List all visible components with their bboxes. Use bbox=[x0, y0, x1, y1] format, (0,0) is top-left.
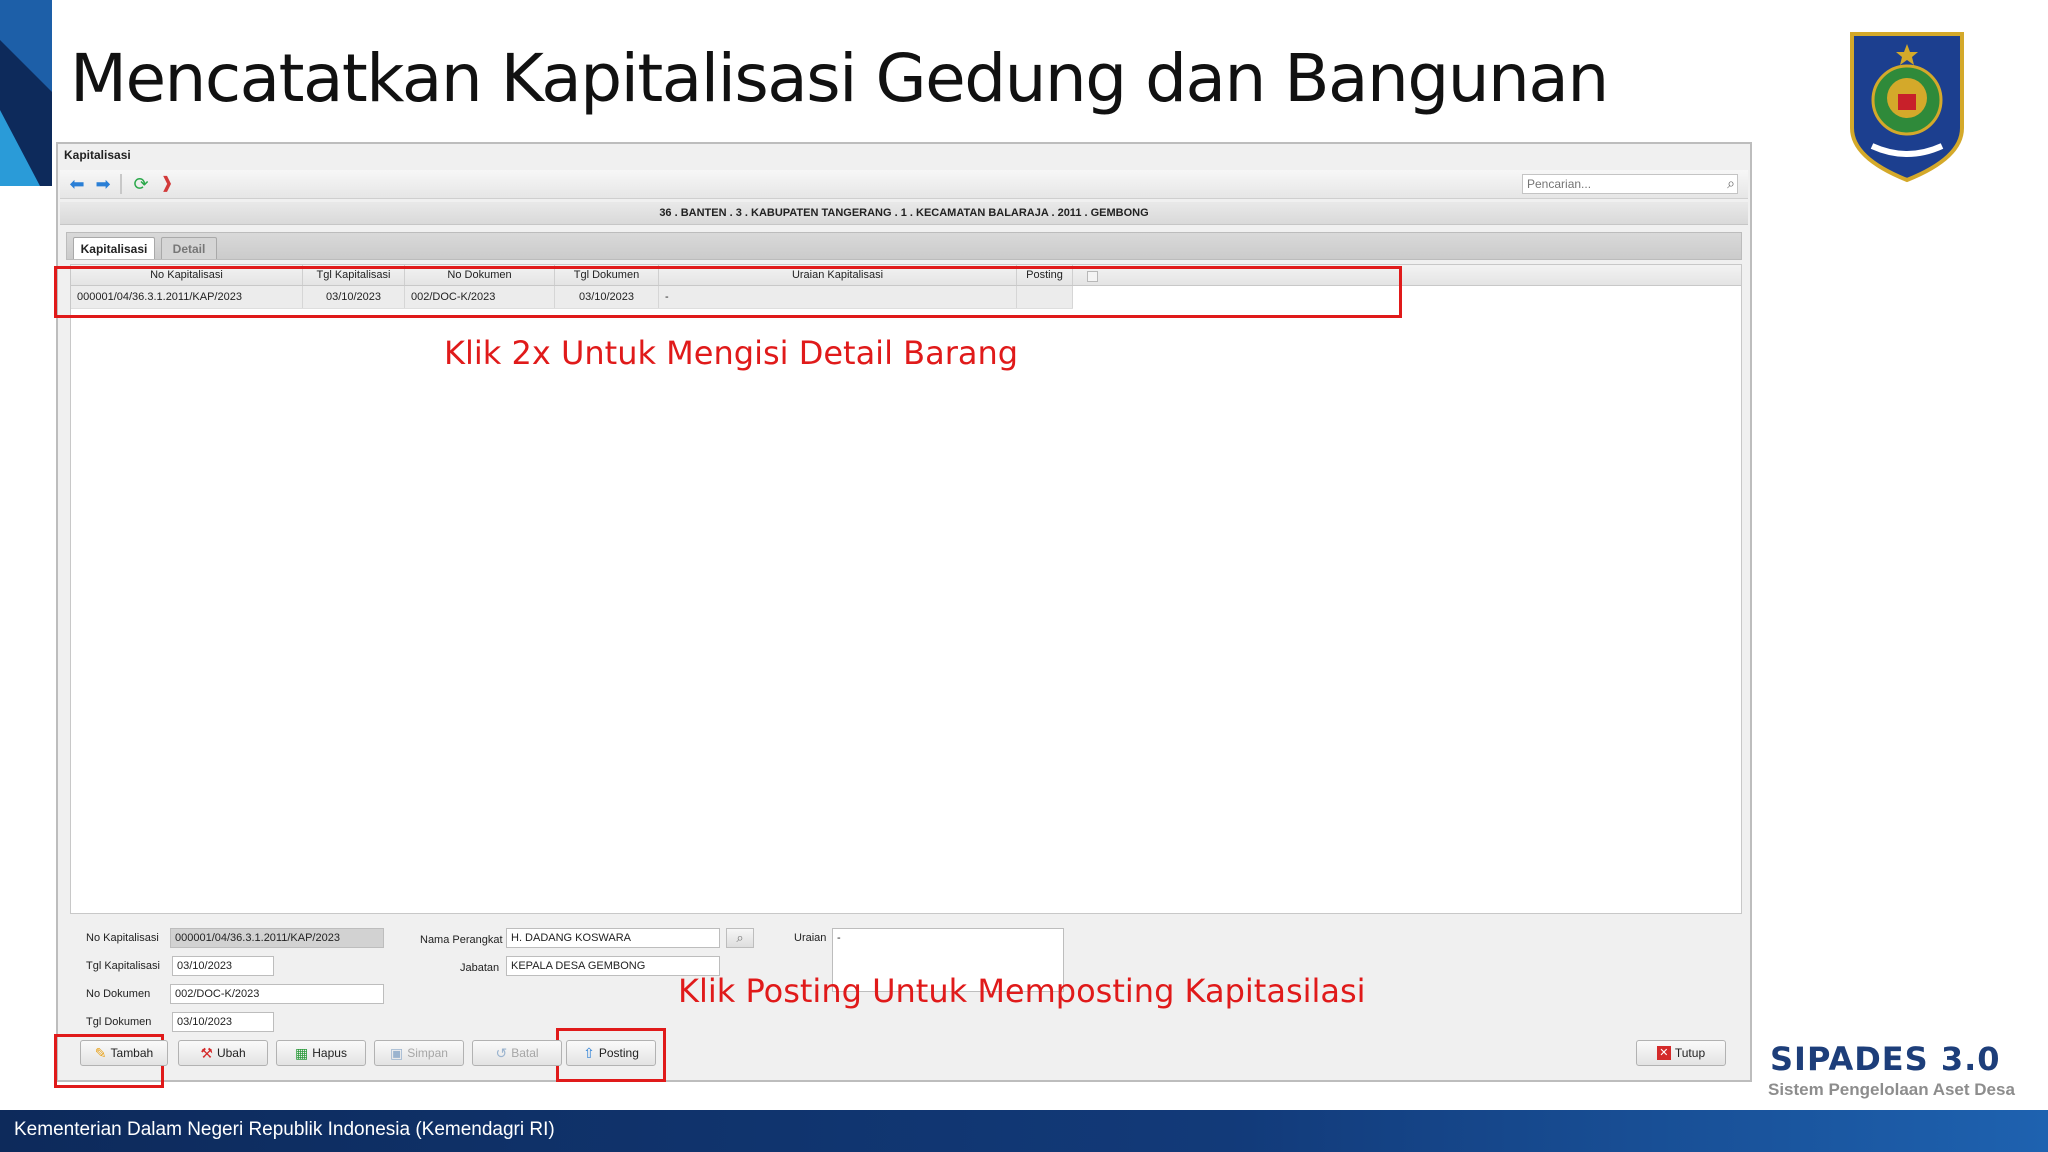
tambah-button[interactable]: ✎ Tambah bbox=[80, 1040, 168, 1066]
undo-icon: ↺ bbox=[495, 1045, 508, 1061]
batal-button[interactable]: ↺ Batal bbox=[472, 1040, 562, 1066]
grid-row-highlight-box bbox=[54, 266, 1402, 318]
save-disk-icon: ▣ bbox=[390, 1045, 404, 1061]
nama-perangkat-field[interactable]: H. DADANG KOSWARA bbox=[506, 928, 720, 948]
search-icon[interactable]: ⌕ bbox=[1727, 175, 1735, 192]
toolbar-divider bbox=[120, 174, 122, 194]
back-arrow-icon[interactable]: ⬅ bbox=[68, 175, 86, 193]
delete-table-icon: ▦ bbox=[295, 1045, 309, 1061]
nama-perangkat-label: Nama Perangkat bbox=[420, 934, 503, 946]
window-title: Kapitalisasi bbox=[64, 148, 131, 162]
tutup-button[interactable]: ✕ Tutup bbox=[1636, 1040, 1726, 1066]
tgl-kapitalisasi-label: Tgl Kapitalisasi bbox=[86, 960, 160, 972]
forward-arrow-icon[interactable]: ➡ bbox=[94, 175, 112, 193]
kemendagri-emblem-logo bbox=[1850, 32, 1964, 183]
footer-text: Kementerian Dalam Negeri Republik Indone… bbox=[14, 1119, 555, 1140]
pencil-icon: ✎ bbox=[94, 1045, 107, 1061]
tgl-kapitalisasi-field[interactable]: 03/10/2023 bbox=[172, 956, 274, 976]
tab-bar: Kapitalisasi Detail bbox=[66, 232, 1742, 260]
footer-bar: Kementerian Dalam Negeri Republik Indone… bbox=[0, 1110, 2048, 1152]
tgl-dokumen-label: Tgl Dokumen bbox=[86, 1016, 152, 1028]
search-box[interactable]: ⌕ bbox=[1522, 174, 1738, 194]
hapus-button[interactable]: ▦ Hapus bbox=[276, 1040, 366, 1066]
close-icon: ✕ bbox=[1656, 1046, 1671, 1060]
exit-door-icon[interactable]: ❱ bbox=[158, 175, 176, 193]
upload-arrow-icon: ⇧ bbox=[583, 1045, 595, 1061]
no-dokumen-field[interactable]: 002/DOC-K/2023 bbox=[170, 984, 384, 1004]
no-kapitalisasi-label: No Kapitalisasi bbox=[86, 932, 159, 944]
slide-title: Mencatatkan Kapitalisasi Gedung dan Bang… bbox=[70, 40, 1609, 117]
corner-decoration bbox=[0, 0, 52, 186]
posting-button[interactable]: ⇧ Posting bbox=[566, 1040, 656, 1066]
toolbar: ⬅ ➡ ⟳ ❱ ⌕ bbox=[60, 170, 1748, 199]
sipades-logo-subtitle: Sistem Pengelolaan Aset Desa bbox=[1768, 1080, 2015, 1099]
annotation-posting: Klik Posting Untuk Memposting Kapitasila… bbox=[678, 972, 1366, 1010]
ubah-button[interactable]: ⚒ Ubah bbox=[178, 1040, 268, 1066]
kapitalisasi-window: Kapitalisasi ⬅ ➡ ⟳ ❱ ⌕ 36 . BANTEN . 3 .… bbox=[54, 142, 1752, 1088]
tab-detail[interactable]: Detail bbox=[161, 237, 217, 259]
tgl-dokumen-field[interactable]: 03/10/2023 bbox=[172, 1012, 274, 1032]
annotation-double-click: Klik 2x Untuk Mengisi Detail Barang bbox=[444, 334, 1019, 372]
tab-kapitalisasi[interactable]: Kapitalisasi bbox=[73, 237, 155, 259]
no-kapitalisasi-field[interactable]: 000001/04/36.3.1.2011/KAP/2023 bbox=[170, 928, 384, 948]
location-breadcrumb: 36 . BANTEN . 3 . KABUPATEN TANGERANG . … bbox=[60, 202, 1748, 225]
lookup-search-icon[interactable]: ⌕ bbox=[726, 928, 754, 948]
search-input[interactable] bbox=[1523, 175, 1717, 193]
sipades-logo-title: SIPADES 3.0 bbox=[1770, 1040, 2001, 1078]
simpan-button[interactable]: ▣ Simpan bbox=[374, 1040, 464, 1066]
refresh-icon[interactable]: ⟳ bbox=[132, 175, 150, 193]
no-dokumen-label: No Dokumen bbox=[86, 988, 151, 1000]
uraian-label: Uraian bbox=[794, 932, 827, 944]
edit-wrench-icon: ⚒ bbox=[200, 1045, 213, 1061]
jabatan-label: Jabatan bbox=[460, 962, 500, 974]
